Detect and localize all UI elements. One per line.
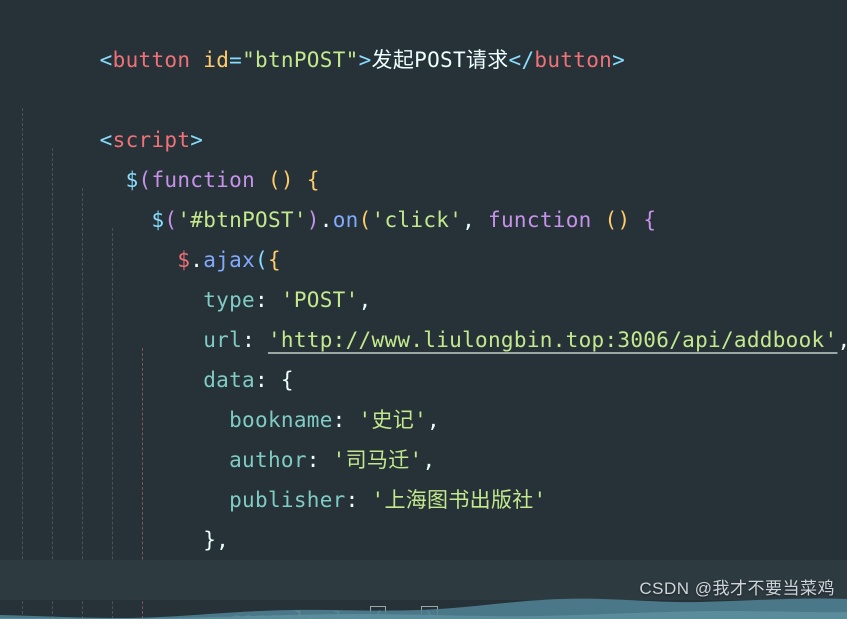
code-line[interactable]: author: '司马迁', bbox=[22, 400, 847, 472]
code-line[interactable]: <button id="btnPOST">发起POST请求</button> bbox=[22, 0, 847, 72]
code-line[interactable]: $(function () { bbox=[22, 120, 847, 192]
code-line[interactable]: bookname: '史记', bbox=[22, 360, 847, 432]
code-line[interactable]: }, bbox=[22, 480, 847, 552]
code-line[interactable]: publisher: '上海图书出版社' bbox=[22, 440, 847, 512]
code-line[interactable]: $.ajax({ bbox=[22, 200, 847, 272]
code-line[interactable]: success: function (res) { bbox=[22, 520, 847, 592]
code-line-blank[interactable] bbox=[22, 40, 847, 80]
code-line[interactable]: $('#btnPOST').on('click', function () { bbox=[22, 160, 847, 232]
code-line[interactable]: data: { bbox=[22, 320, 847, 392]
code-editor-screenshot: <button id="btnPOST">发起POST请求</button> <… bbox=[0, 0, 847, 619]
code-line[interactable]: } bbox=[22, 600, 847, 619]
code-line[interactable]: <script> bbox=[22, 80, 847, 152]
csdn-watermark: CSDN @我才不要当菜鸡 bbox=[639, 579, 835, 598]
code-line[interactable]: url: 'http://www.liulongbin.top:3006/api… bbox=[22, 280, 847, 352]
code-line[interactable]: type: 'POST', bbox=[22, 240, 847, 312]
